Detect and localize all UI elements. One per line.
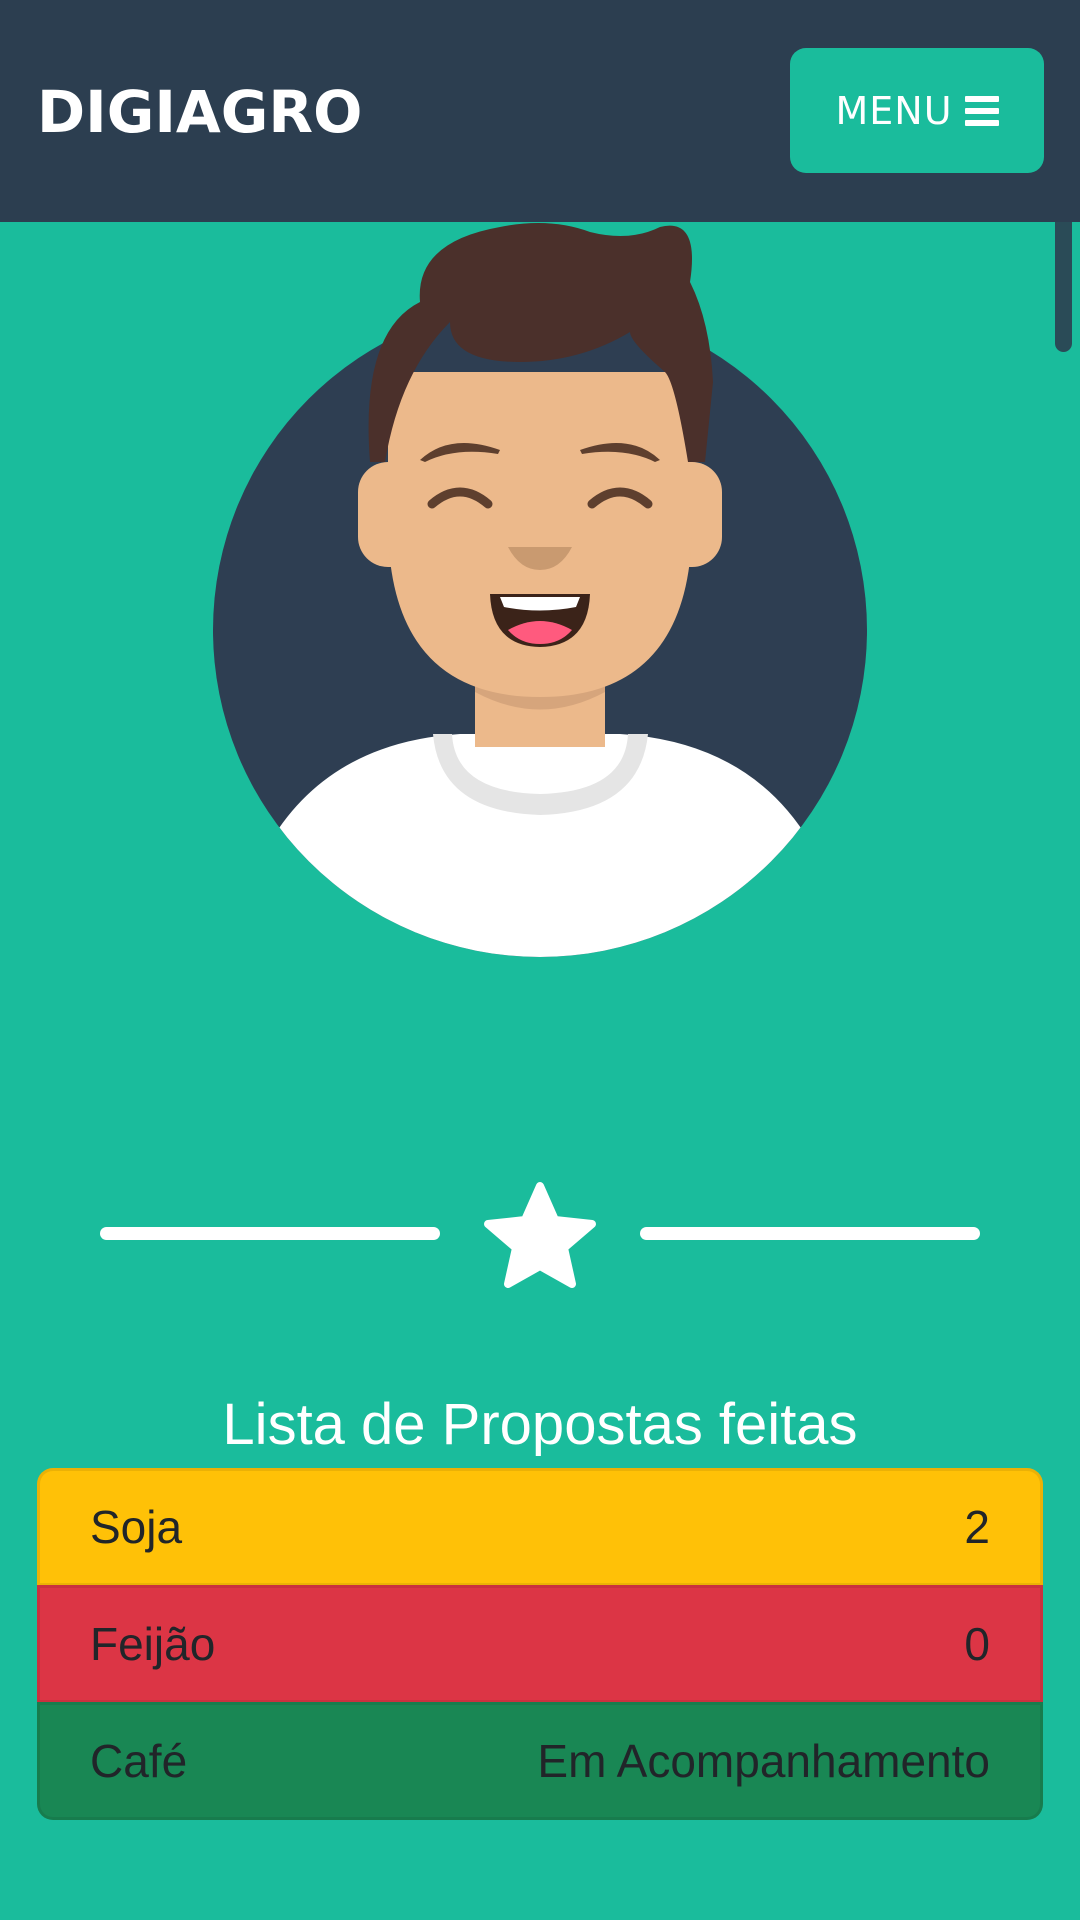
list-item[interactable]: Café Em Acompanhamento [37, 1702, 1043, 1820]
proposal-value: 2 [964, 1501, 990, 1553]
hamburger-icon [964, 95, 999, 126]
menu-button[interactable]: MENU [790, 48, 1044, 173]
navbar: DIGIAGRO MENU [0, 0, 1080, 222]
proposal-name: Feijão [90, 1618, 216, 1670]
divider-line-left [100, 1227, 440, 1240]
proposal-name: Café [90, 1735, 188, 1787]
scrollbar-thumb[interactable] [1055, 56, 1072, 352]
proposal-value: Em Acompanhamento [537, 1735, 990, 1787]
list-item[interactable]: Feijão 0 [37, 1585, 1043, 1703]
proposals-title: Lista de Propostas feitas [222, 1392, 858, 1457]
divider-line-right [640, 1227, 980, 1240]
star-icon [484, 1182, 596, 1288]
menu-label: MENU [835, 88, 953, 133]
user-avatar-icon [213, 223, 867, 957]
brand-logo[interactable]: DIGIAGRO [37, 72, 362, 152]
list-item[interactable]: Soja 2 [37, 1468, 1043, 1586]
star-divider [100, 1180, 980, 1290]
proposal-name: Soja [90, 1501, 183, 1553]
proposal-value: 0 [964, 1618, 990, 1670]
proposals-list: Soja 2 Feijão 0 Café Em Acompanhamento [37, 1468, 1043, 1820]
